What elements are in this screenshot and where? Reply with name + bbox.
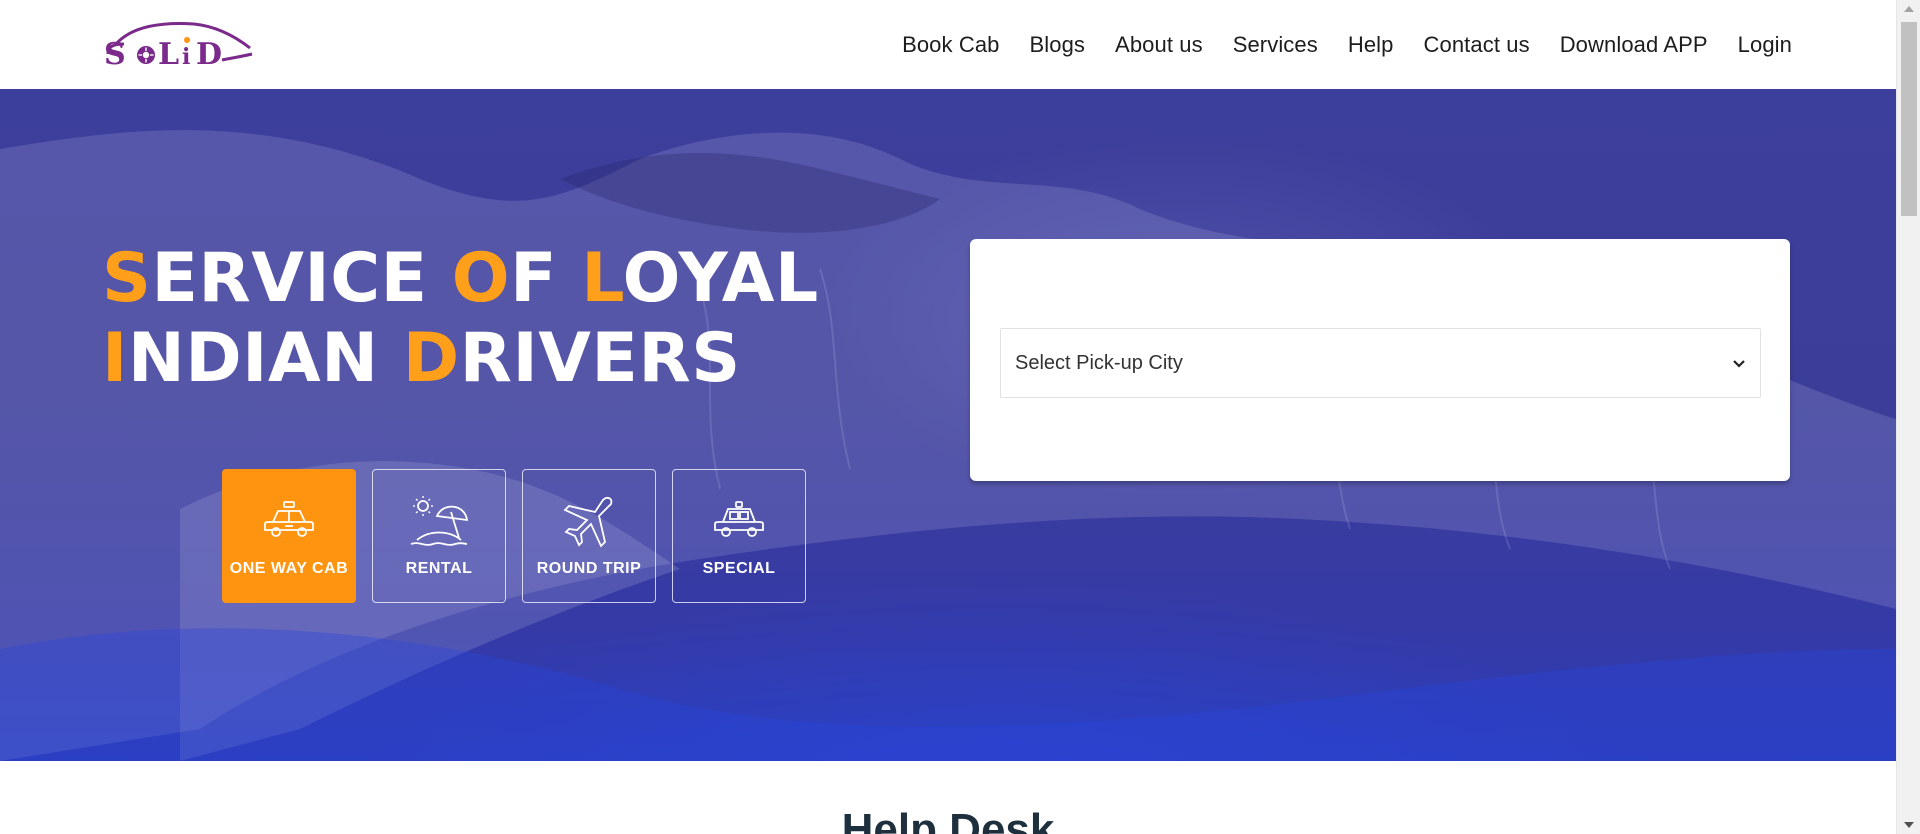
hero-title-letter: O [451, 239, 511, 318]
hero-title-line-1: SERVICE OF LOYAL [102, 239, 822, 319]
scroll-up-icon[interactable] [1904, 6, 1914, 12]
hero-title-letter: S [102, 239, 152, 318]
nav-help[interactable]: Help [1333, 32, 1409, 58]
tab-special[interactable]: SPECIAL [672, 469, 806, 603]
chevron-down-icon [1730, 355, 1748, 373]
hero-title-line-2: INDIAN DRIVERS [102, 319, 822, 399]
tab-label: ROUND TRIP [536, 560, 642, 577]
tab-label: ONE WAY CAB [229, 560, 349, 577]
svg-text:S: S [104, 37, 126, 72]
tab-label: SPECIAL [702, 560, 776, 577]
tab-rental[interactable]: RENTAL [372, 469, 506, 603]
car-icon [709, 494, 769, 550]
nav-services[interactable]: Services [1218, 32, 1333, 58]
nav-login[interactable]: Login [1723, 32, 1792, 58]
brand-logo[interactable]: S L i D [102, 18, 254, 72]
svg-text:i: i [182, 44, 190, 70]
nav-contact-us[interactable]: Contact us [1409, 32, 1545, 58]
hero-title: SERVICE OF LOYAL INDIAN DRIVERS [102, 239, 822, 399]
hero-section: SERVICE OF LOYAL INDIAN DRIVERS ONE WAY … [0, 89, 1896, 761]
tab-round-trip[interactable]: ROUND TRIP [522, 469, 656, 603]
tab-label: RENTAL [405, 560, 473, 577]
beach-umbrella-icon [409, 494, 469, 550]
svg-text:L: L [158, 37, 179, 72]
scroll-down-icon[interactable] [1904, 822, 1914, 828]
nav-blogs[interactable]: Blogs [1015, 32, 1101, 58]
tab-one-way-cab[interactable]: ONE WAY CAB [222, 469, 356, 603]
nav-book-cab[interactable]: Book Cab [887, 32, 1014, 58]
pickup-city-select[interactable]: Select Pick-up City [1000, 328, 1761, 398]
nav-about-us[interactable]: About us [1100, 32, 1218, 58]
nav-download-app[interactable]: Download APP [1545, 32, 1723, 58]
hero-title-word: RIVERS [459, 319, 741, 398]
hero-title-letter: I [102, 319, 128, 398]
site-header: S L i D Book Cab Blogs About us Services… [0, 0, 1896, 89]
main-nav: Book Cab Blogs About us Services Help Co… [887, 0, 1792, 89]
hero-title-word: NDIAN [127, 319, 403, 398]
svg-text:D: D [196, 37, 222, 72]
hero-title-word: F [510, 239, 582, 318]
pickup-city-select-value: Select Pick-up City [1015, 351, 1183, 374]
taxi-icon [259, 494, 319, 550]
help-desk-title: Help Desk [841, 805, 1055, 834]
hero-title-letter: D [402, 319, 460, 398]
trip-type-tabs: ONE WAY CAB RENTAL ROUND TRIP SPECIAL [222, 469, 806, 603]
booking-card: Select Pick-up City [970, 239, 1790, 481]
scrollbar-thumb[interactable] [1901, 22, 1917, 216]
hero-title-word: ERVICE [151, 239, 452, 318]
solid-logo-icon: S L i D [104, 22, 253, 72]
hero-title-letter: L [581, 239, 623, 318]
page: S L i D Book Cab Blogs About us Services… [0, 0, 1920, 834]
airplane-icon [559, 494, 619, 550]
hero-title-word: OYAL [622, 239, 819, 318]
page-scrollbar[interactable] [1896, 0, 1920, 834]
